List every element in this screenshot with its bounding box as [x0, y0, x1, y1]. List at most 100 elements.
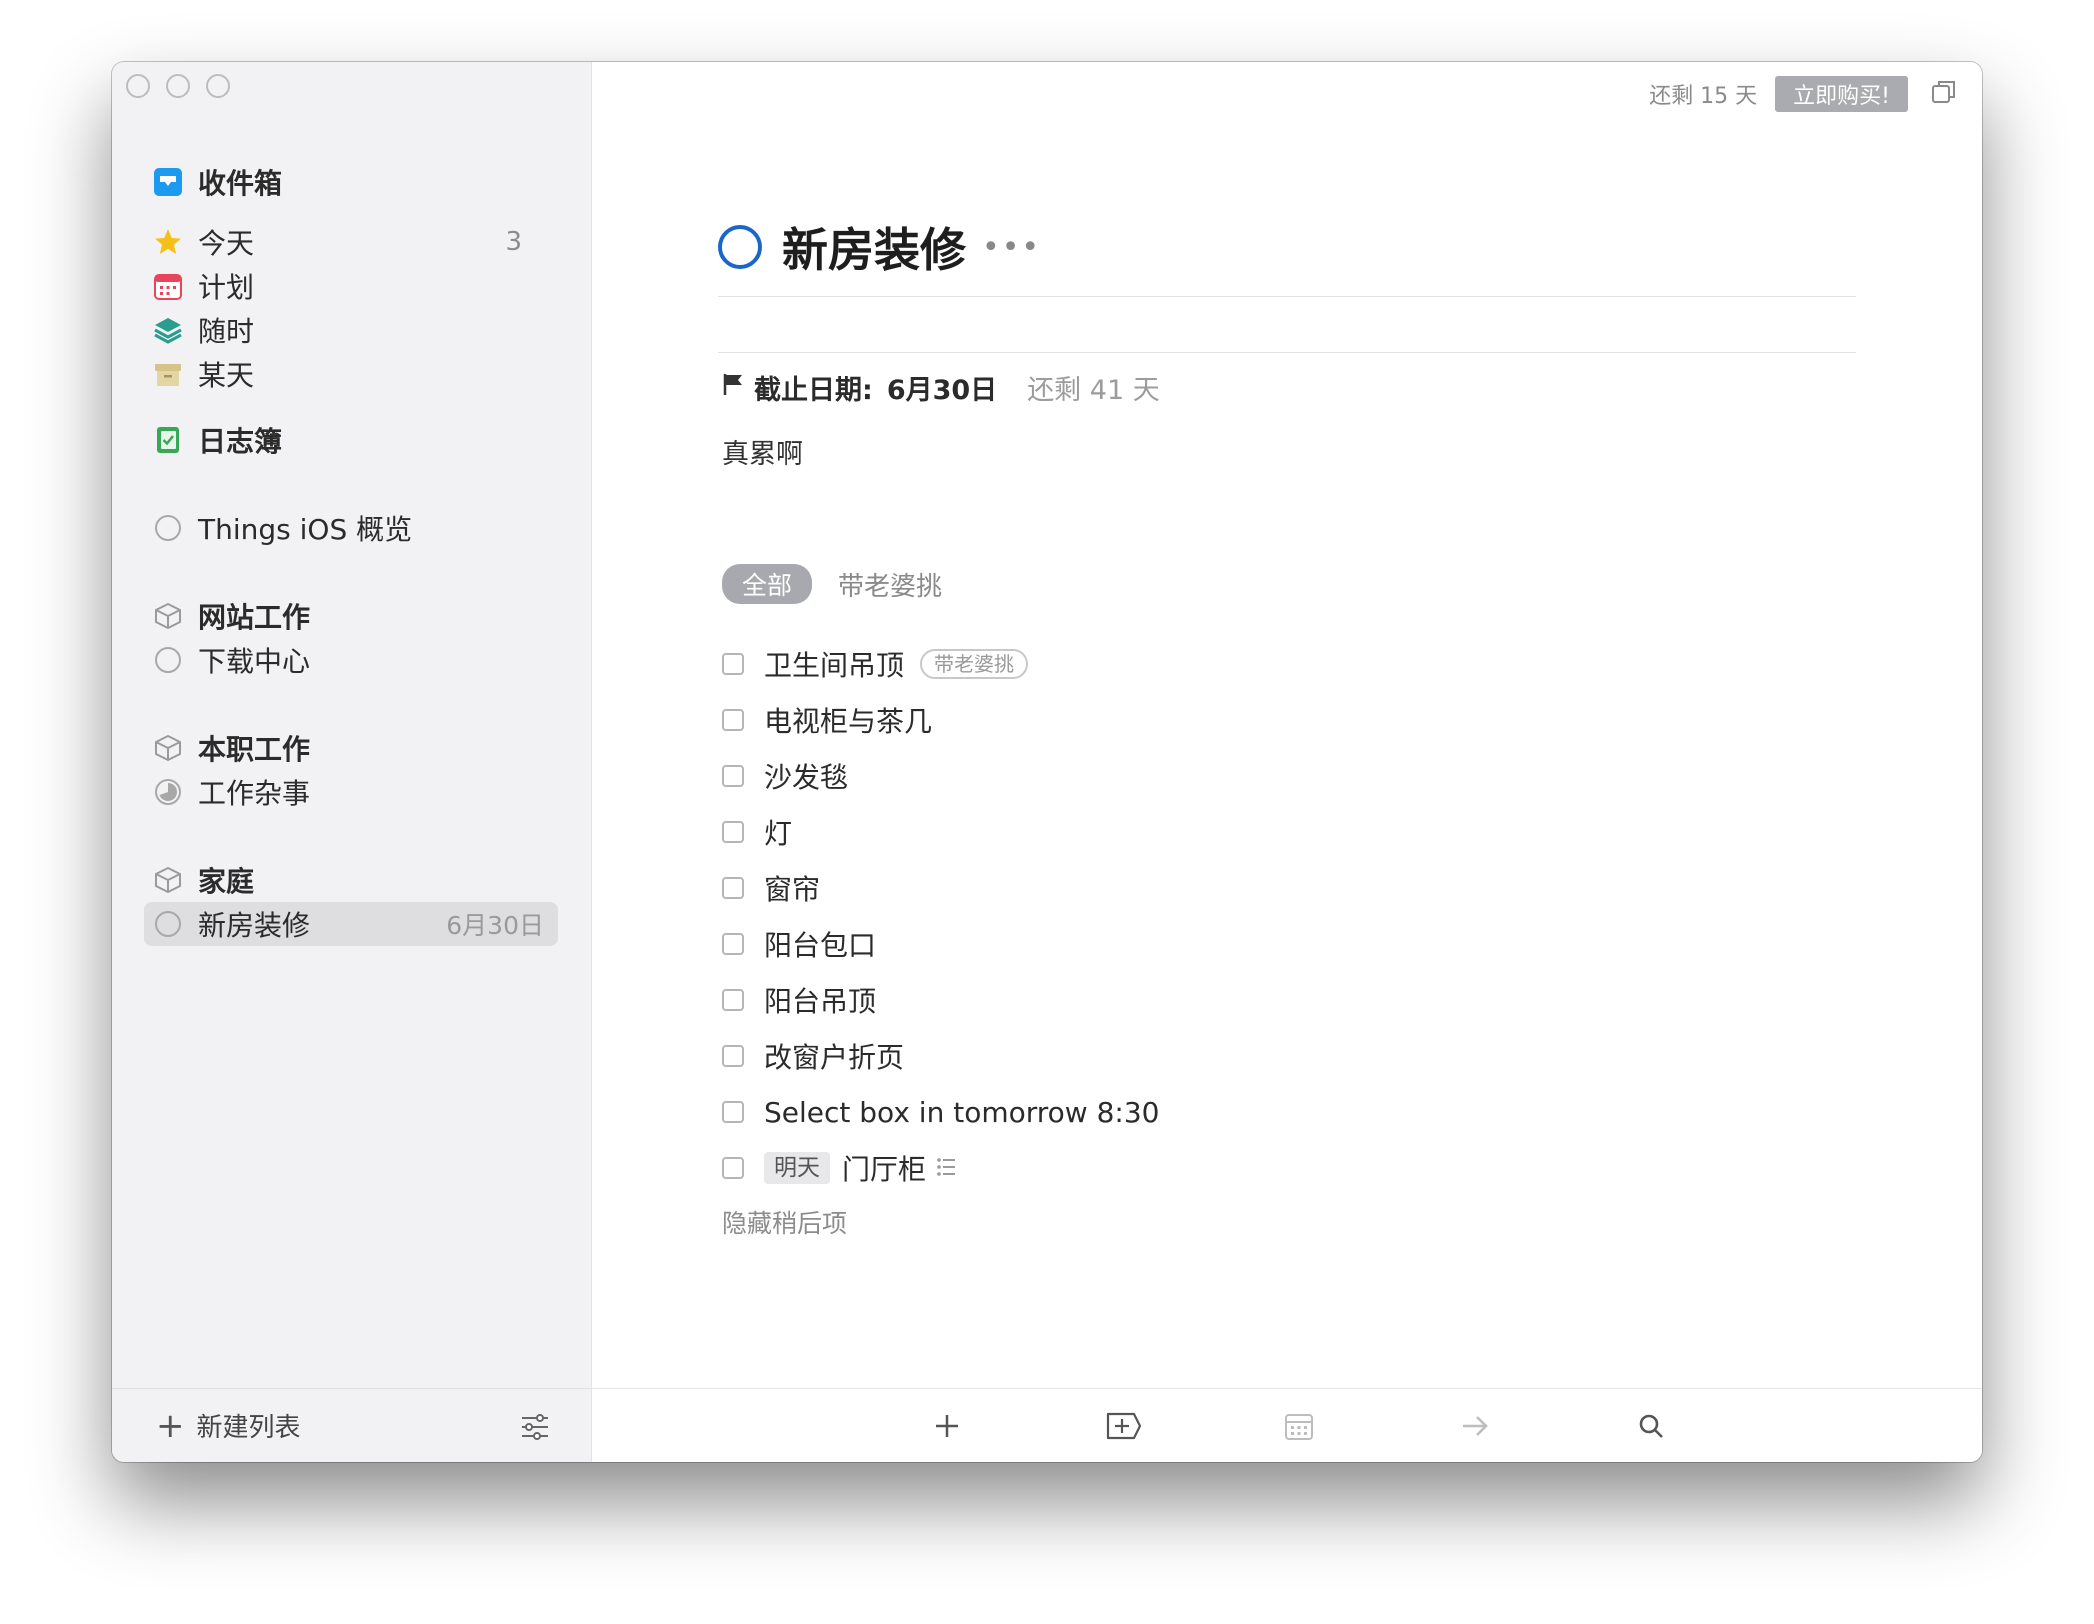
- minimize-window-button[interactable]: [166, 74, 190, 98]
- project-title[interactable]: 新房装修: [782, 214, 966, 280]
- task-title[interactable]: 电视柜与茶几: [764, 700, 932, 740]
- project-header: 新房装修 •••: [718, 214, 1041, 280]
- task-checkbox[interactable]: [722, 709, 744, 731]
- sidebar-item-label: 工作杂事: [198, 777, 311, 810]
- area-box-icon: [152, 864, 184, 896]
- new-list-label[interactable]: 新建列表: [197, 1407, 301, 1444]
- sidebar-item-download-center[interactable]: 下载中心: [152, 640, 552, 680]
- sidebar-area-family[interactable]: 家庭: [152, 860, 552, 900]
- task-item[interactable]: 明天 门厅柜: [722, 1148, 956, 1188]
- more-options-icon[interactable]: •••: [982, 230, 1041, 265]
- project-circle-icon: [152, 512, 184, 544]
- sidebar-item-today[interactable]: 今天 3: [152, 222, 552, 262]
- sidebar-item-anytime[interactable]: 随时: [152, 310, 552, 350]
- filter-all-chip[interactable]: 全部: [722, 564, 813, 604]
- task-title[interactable]: 沙发毯: [764, 756, 848, 796]
- today-count-badge: 3: [505, 227, 522, 257]
- sidebar-area-website-work[interactable]: 网站工作: [152, 596, 552, 636]
- task-item[interactable]: 阳台包口: [722, 924, 876, 964]
- zoom-window-button[interactable]: [206, 74, 230, 98]
- window-copy-icon[interactable]: [1930, 78, 1958, 110]
- project-complete-checkbox[interactable]: [718, 225, 762, 269]
- task-when-badge: 明天: [764, 1152, 830, 1184]
- sidebar-item-new-house[interactable]: 新房装修 6月30日: [144, 902, 558, 946]
- task-item[interactable]: 阳台吊顶: [722, 980, 876, 1020]
- plus-icon[interactable]: [928, 1407, 966, 1445]
- task-title[interactable]: 门厅柜: [842, 1148, 926, 1188]
- archive-box-icon: [152, 358, 184, 390]
- task-item[interactable]: 窗帘: [722, 868, 820, 908]
- sidebar-item-label: 计划: [198, 271, 255, 304]
- sidebar-item-label: 网站工作: [198, 601, 311, 634]
- project-circle-icon: [152, 908, 184, 940]
- task-item[interactable]: 电视柜与茶几: [722, 700, 932, 740]
- logbook-icon: [152, 424, 184, 456]
- sidebar: 收件箱 今天 3 计划 随时 某天 日志簿 Things iOS 概览 网站工作…: [112, 62, 592, 1462]
- main-content: 还剩 15 天 立即购买! 新房装修 ••• 截止日期: 6月30日 还剩 41…: [592, 62, 1982, 1462]
- progress-circle-icon: [152, 776, 184, 808]
- buy-now-button[interactable]: 立即购买!: [1775, 76, 1908, 112]
- task-checkbox[interactable]: [722, 1157, 744, 1179]
- task-checkbox[interactable]: [722, 653, 744, 675]
- sidebar-item-inbox[interactable]: 收件箱: [152, 162, 552, 202]
- task-checkbox[interactable]: [722, 1101, 744, 1123]
- sidebar-item-label: 家庭: [198, 865, 255, 898]
- hide-later-items-link[interactable]: 隐藏稍后项: [722, 1204, 847, 1240]
- task-checkbox[interactable]: [722, 765, 744, 787]
- close-window-button[interactable]: [126, 74, 150, 98]
- task-title[interactable]: 阳台吊顶: [764, 980, 876, 1020]
- deadline-row[interactable]: 截止日期: 6月30日 还剩 41 天: [722, 368, 1160, 407]
- project-deadline-date: 6月30日: [446, 911, 544, 940]
- sidebar-area-main-job[interactable]: 本职工作: [152, 728, 552, 768]
- task-title[interactable]: 改窗户折页: [764, 1036, 904, 1076]
- sidebar-item-label: 本职工作: [198, 733, 311, 766]
- sidebar-item-label: 某天: [198, 359, 255, 392]
- sidebar-item-logbook[interactable]: 日志簿: [152, 420, 552, 460]
- sidebar-item-label: 随时: [198, 315, 255, 348]
- task-checkbox[interactable]: [722, 821, 744, 843]
- task-item[interactable]: 沙发毯: [722, 756, 848, 796]
- deadline-value: 6月30日: [886, 375, 998, 406]
- task-title[interactable]: 卫生间吊顶: [764, 644, 904, 684]
- sidebar-item-label: Things iOS 概览: [198, 513, 413, 546]
- task-checkbox[interactable]: [722, 877, 744, 899]
- divider: [718, 352, 1856, 353]
- task-checkbox[interactable]: [722, 933, 744, 955]
- star-icon: [152, 226, 184, 258]
- calendar-icon: [152, 270, 184, 302]
- sidebar-item-project-overview[interactable]: Things iOS 概览: [152, 508, 552, 548]
- task-item[interactable]: 灯: [722, 812, 792, 852]
- sidebar-item-someday[interactable]: 某天: [152, 354, 552, 394]
- sidebar-footer: + 新建列表: [112, 1388, 591, 1462]
- calendar-toolbar-icon[interactable]: [1280, 1407, 1318, 1445]
- task-title[interactable]: 阳台包口: [764, 924, 876, 964]
- project-circle-icon: [152, 644, 184, 676]
- task-item[interactable]: 卫生间吊顶 带老婆挑: [722, 644, 1029, 684]
- new-list-button[interactable]: +: [156, 1409, 185, 1443]
- project-notes[interactable]: 真累啊: [722, 432, 803, 471]
- task-item[interactable]: Select box in tomorrow 8:30: [722, 1092, 1159, 1132]
- task-title[interactable]: 窗帘: [764, 868, 820, 908]
- filter-tag-chip[interactable]: 带老婆挑: [838, 566, 942, 603]
- settings-sliders-icon[interactable]: [519, 1411, 551, 1447]
- sidebar-item-label: 新房装修: [198, 909, 311, 942]
- task-checkbox[interactable]: [722, 989, 744, 1011]
- search-icon[interactable]: [1632, 1407, 1670, 1445]
- area-box-icon: [152, 600, 184, 632]
- inbox-icon: [152, 166, 184, 198]
- flag-icon: [722, 372, 744, 403]
- add-heading-icon[interactable]: [1104, 1407, 1142, 1445]
- task-item[interactable]: 改窗户折页: [722, 1036, 904, 1076]
- sidebar-item-work-misc[interactable]: 工作杂事: [152, 772, 552, 812]
- layers-icon: [152, 314, 184, 346]
- bottom-toolbar: [592, 1388, 1982, 1462]
- sidebar-item-upcoming[interactable]: 计划: [152, 266, 552, 306]
- arrow-right-icon[interactable]: [1456, 1407, 1494, 1445]
- task-title[interactable]: 灯: [764, 812, 792, 852]
- app-window: 收件箱 今天 3 计划 随时 某天 日志簿 Things iOS 概览 网站工作…: [112, 62, 1982, 1462]
- sidebar-item-label: 收件箱: [198, 167, 283, 200]
- divider: [718, 296, 1856, 297]
- area-box-icon: [152, 732, 184, 764]
- task-title[interactable]: Select box in tomorrow 8:30: [764, 1096, 1159, 1129]
- task-checkbox[interactable]: [722, 1045, 744, 1067]
